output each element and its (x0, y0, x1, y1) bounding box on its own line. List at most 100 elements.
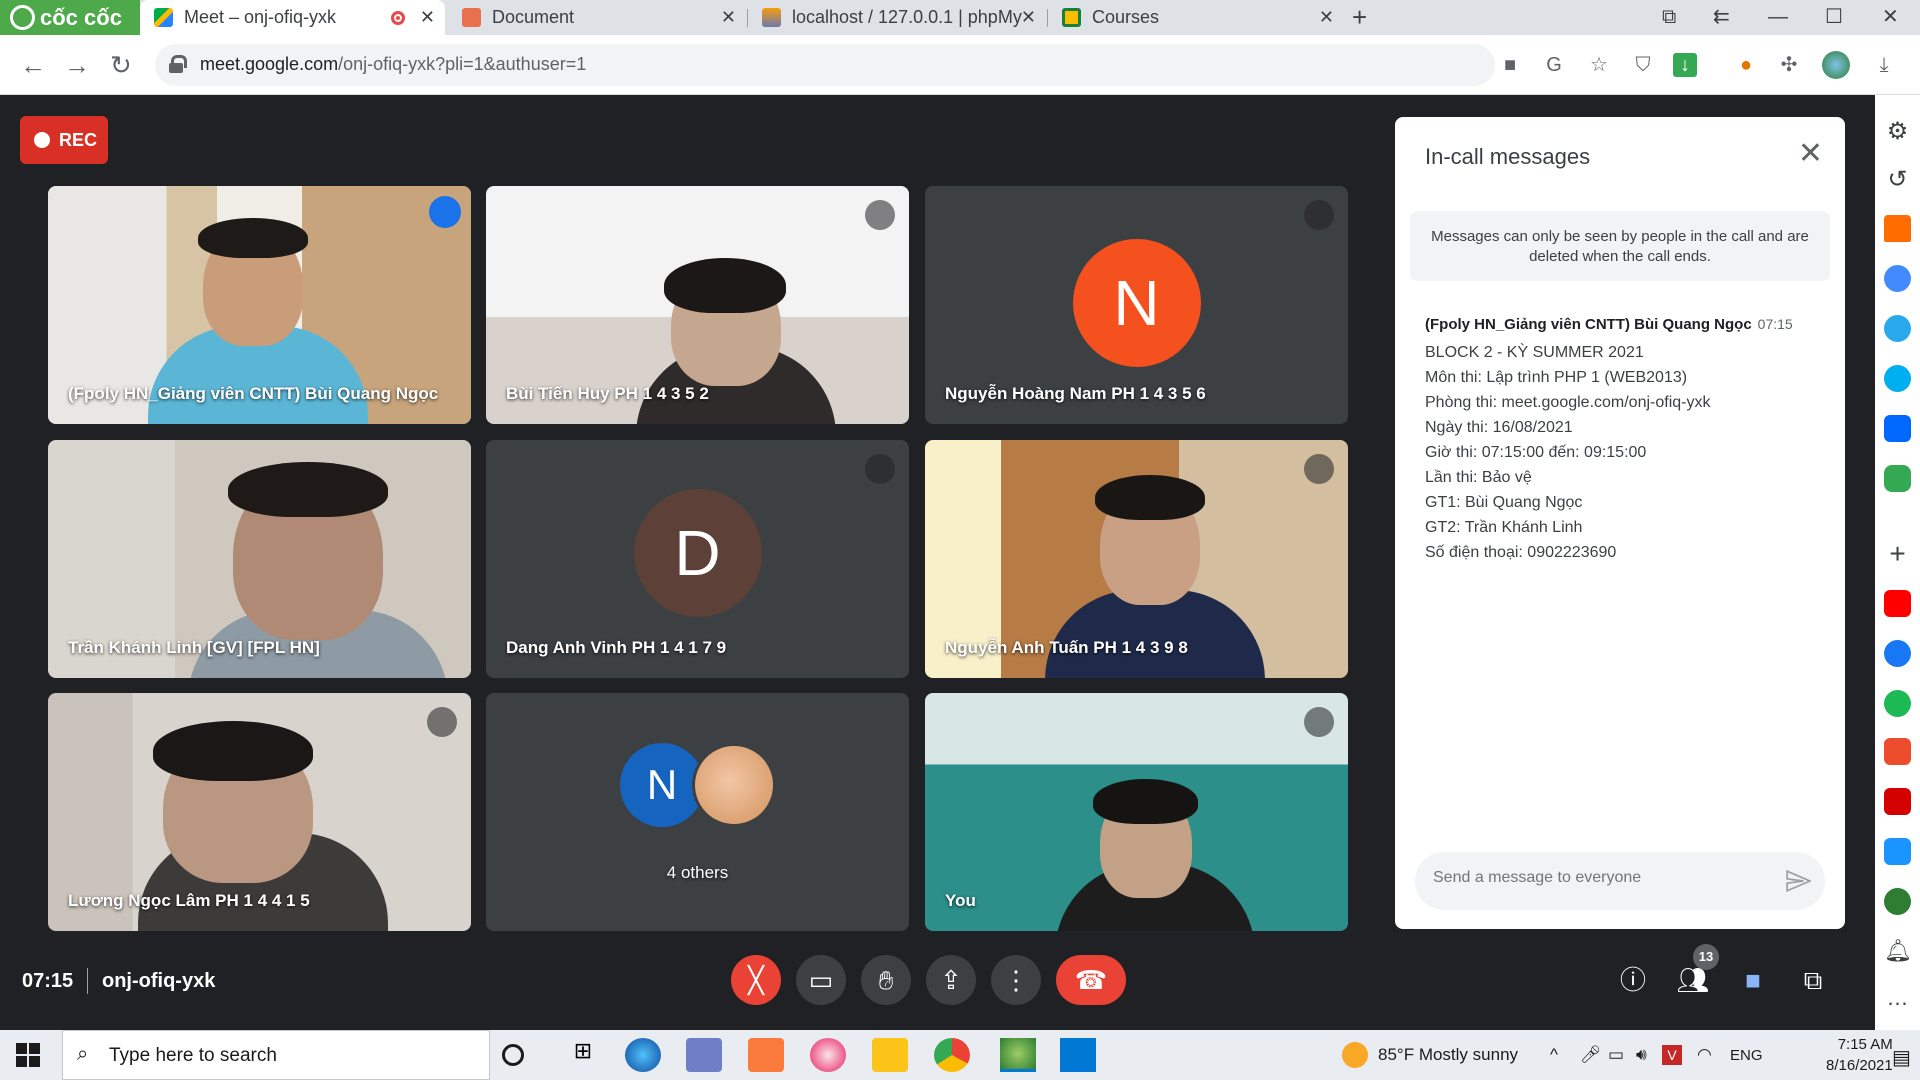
cookie-extension-icon[interactable]: ● (1734, 53, 1758, 77)
participant-tile[interactable]: N 4 others (486, 693, 909, 931)
message-line: GT1: Bùi Quang Ngọc (1425, 494, 1583, 511)
shopee-icon[interactable] (1884, 738, 1911, 765)
lock-icon[interactable] (169, 55, 187, 73)
close-tab-icon[interactable]: ✕ (721, 0, 736, 35)
taskbar-search-box[interactable]: ⌕ Type here to search (62, 1030, 490, 1080)
zalo-icon[interactable] (1884, 415, 1911, 442)
add-sidebar-item-icon[interactable]: + (1884, 540, 1911, 568)
game-controller-icon[interactable] (1884, 465, 1911, 492)
tab-courses[interactable]: Courses ✕ (1048, 0, 1344, 35)
windows-start-button[interactable] (16, 1043, 40, 1067)
tab-phpmyadmin[interactable]: localhost / 127.0.0.1 | phpMy ✕ (748, 0, 1046, 35)
notification-center-icon[interactable]: ▤ (1892, 1045, 1911, 1070)
coccoc-logo[interactable]: cốc cốc (0, 0, 140, 35)
youtube-icon[interactable] (1884, 590, 1911, 617)
music-icon[interactable] (1884, 690, 1911, 717)
back-button[interactable]: ← (20, 47, 46, 83)
meeting-details-icon[interactable]: ⓘ (1615, 965, 1651, 995)
bookmark-star-icon[interactable]: ☆ (1587, 53, 1611, 77)
cortana-icon[interactable] (502, 1044, 524, 1066)
settings-gear-icon[interactable]: ⚙ (1884, 117, 1911, 145)
microphone-tray-icon[interactable]: 🎤︎ (1580, 1045, 1602, 1065)
coccoc-taskbar-icon[interactable] (1000, 1038, 1036, 1072)
participant-tile[interactable]: Trần Khánh Linh [GV] [FPL HN] (48, 440, 471, 678)
vtv-icon[interactable] (1884, 788, 1911, 815)
participant-hair (153, 721, 313, 781)
skype-icon[interactable] (1884, 365, 1911, 392)
battery-icon[interactable]: ▭ (1608, 1045, 1624, 1065)
self-tile[interactable]: You (925, 693, 1348, 931)
chat-icon[interactable]: ■ (1735, 965, 1771, 995)
football-icon[interactable] (1884, 888, 1911, 915)
chrome-icon[interactable] (934, 1038, 970, 1072)
muted-mic-icon (1304, 707, 1334, 737)
url-text[interactable]: meet.google.com/onj-ofiq-yxk?pli=1&authu… (200, 54, 586, 75)
file-explorer-icon[interactable] (872, 1038, 908, 1072)
participant-name: Bùi Tiến Huy PH 1 4 3 5 2 (506, 384, 709, 403)
wifi-icon[interactable]: ◠ (1697, 1045, 1712, 1065)
recording-indicator-icon (391, 11, 405, 25)
minimize-button[interactable]: — (1768, 0, 1788, 35)
cat-avatar (692, 743, 776, 827)
show-hidden-icons[interactable]: ^ (1550, 1045, 1558, 1065)
participant-tile[interactable]: D Dang Anh Vinh PH 1 4 1 7 9 (486, 440, 909, 678)
message-line: Phòng thi: meet.google.com/onj-ofiq-yxk (1425, 394, 1711, 411)
tiki-icon[interactable] (1884, 838, 1911, 865)
volume-icon[interactable]: 🔊︎ (1636, 1045, 1647, 1065)
participant-name: Trần Khánh Linh [GV] [FPL HN] (68, 638, 320, 657)
tab-document[interactable]: Document ✕ (448, 0, 746, 35)
chat-message-input[interactable] (1433, 869, 1753, 887)
translate-icon[interactable]: G (1542, 53, 1566, 77)
maximize-button[interactable]: ☐ (1825, 0, 1843, 35)
network-app-icon[interactable] (686, 1038, 722, 1072)
input-language[interactable]: ENG (1730, 1047, 1763, 1064)
downloads-icon[interactable]: ⤓ (1872, 53, 1896, 77)
edge-icon[interactable] (625, 1038, 661, 1072)
crown-icon[interactable] (1884, 215, 1911, 242)
vietnamese-input-icon[interactable]: V (1662, 1045, 1682, 1065)
send-icon[interactable] (1785, 868, 1811, 894)
tab-search-icon[interactable]: ⧉ (1662, 0, 1676, 35)
participant-tile[interactable]: (Fpoly HN_Giảng viên CNTT) Bùi Quang Ngọ… (48, 186, 471, 424)
reload-button[interactable]: ↻ (110, 47, 132, 83)
muted-mic-icon (1304, 200, 1334, 230)
extensions-puzzle-icon[interactable]: ✣ (1777, 53, 1801, 77)
close-window-button[interactable]: ✕ (1882, 0, 1899, 35)
participant-tile[interactable]: Bùi Tiến Huy PH 1 4 3 5 2 (486, 186, 909, 424)
notification-bell-icon[interactable]: 🔔︎ (1884, 938, 1912, 965)
address-bar[interactable]: meet.google.com/onj-ofiq-yxk?pli=1&authu… (155, 44, 1697, 86)
vscode-icon[interactable] (1060, 1038, 1096, 1072)
clock-time: 7:15 AM (1837, 1036, 1893, 1053)
weather-sun-icon[interactable] (1342, 1042, 1368, 1068)
taskbar-clock[interactable]: 7:15 AM 8/16/2021 (1826, 1034, 1893, 1076)
shield-icon[interactable]: ⛉ (1631, 53, 1655, 77)
participant-tile[interactable]: N Nguyễn Hoàng Nam PH 1 4 3 5 6 (925, 186, 1348, 424)
messenger-icon[interactable] (1884, 265, 1911, 292)
telegram-icon[interactable] (1884, 315, 1911, 342)
new-tab-button[interactable]: + (1352, 0, 1367, 35)
participant-tile[interactable]: Lương Ngọc Lâm PH 1 4 4 1 5 (48, 693, 471, 931)
snipping-tool-icon[interactable] (810, 1038, 846, 1072)
profile-avatar[interactable] (1822, 51, 1850, 79)
history-icon[interactable]: ↺ (1884, 165, 1911, 193)
xampp-icon[interactable] (748, 1038, 784, 1072)
activities-icon[interactable]: ⧉ (1795, 965, 1831, 995)
task-view-icon[interactable]: ⊞ (565, 1038, 601, 1072)
participant-tile[interactable]: Nguyễn Anh Tuấn PH 1 4 3 9 8 (925, 440, 1348, 678)
google-meet-icon (154, 8, 173, 27)
forward-button[interactable]: → (64, 47, 90, 83)
tab-meet[interactable]: Meet – onj-ofiq-yxk ✕ (140, 0, 445, 35)
close-tab-icon[interactable]: ✕ (1021, 0, 1036, 35)
download-extension-icon[interactable]: ↓ (1673, 53, 1697, 77)
back-tab-icon[interactable]: ⇇ (1713, 0, 1730, 35)
muted-mic-icon (427, 707, 457, 737)
close-panel-icon[interactable]: ✕ (1798, 139, 1823, 169)
message-time: 07:15 (1757, 316, 1793, 332)
camera-permission-icon[interactable]: ■ (1498, 53, 1522, 77)
close-tab-icon[interactable]: ✕ (420, 0, 435, 35)
weather-text[interactable]: 85°F Mostly sunny (1378, 1045, 1518, 1065)
facebook-icon[interactable] (1884, 640, 1911, 667)
recording-badge: REC (20, 116, 108, 164)
close-tab-icon[interactable]: ✕ (1319, 0, 1334, 35)
more-options-icon[interactable]: … (1884, 985, 1911, 1012)
